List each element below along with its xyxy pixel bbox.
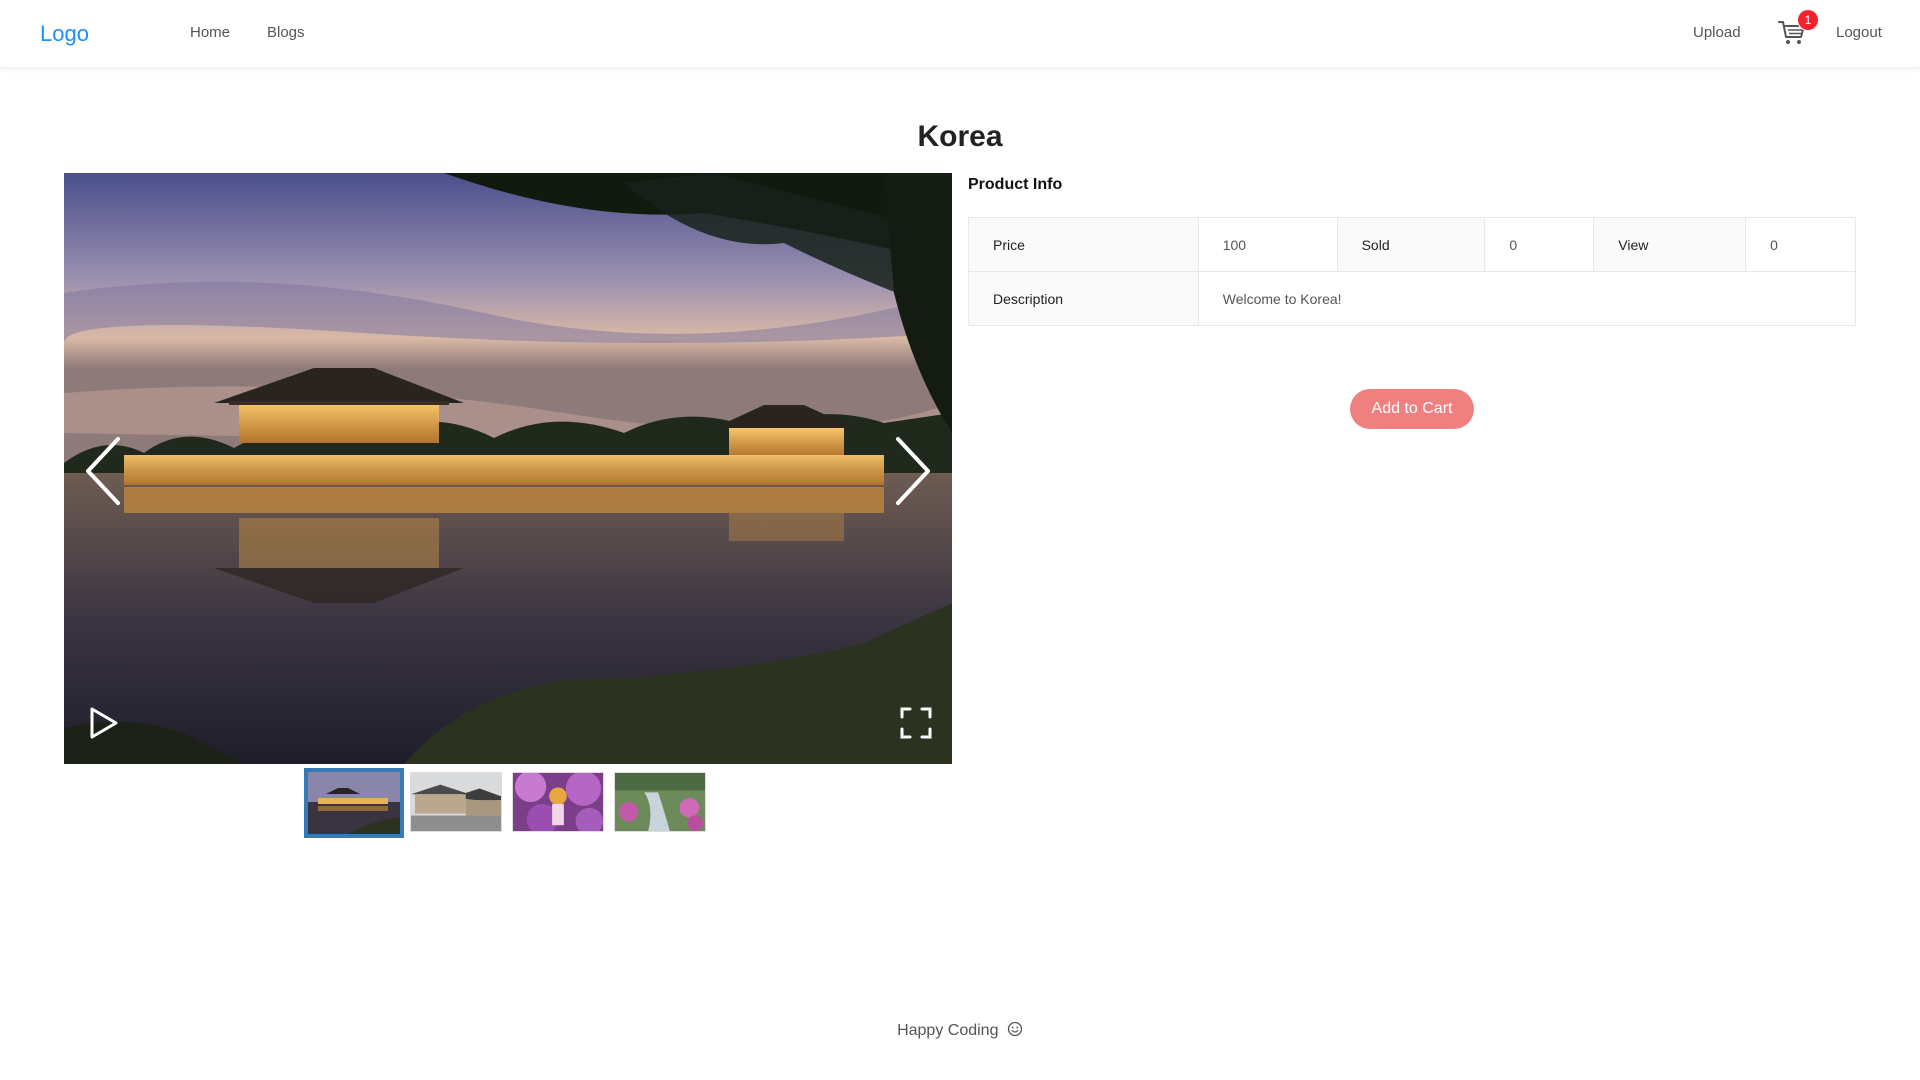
product-info-heading: Product Info [968,176,1063,193]
image-gallery-main [64,173,952,764]
thumbnail-2[interactable] [410,772,502,832]
description-label: Description [968,271,1199,326]
top-navbar: Logo Home Blogs Upload 1 Logout [0,0,1920,68]
thumb-cherry-blossom-image [513,773,603,831]
price-label: Price [968,217,1199,272]
logo-link[interactable]: Logo [40,21,89,47]
view-label: View [1593,217,1747,272]
thumb-hanok-village-image [411,773,501,831]
sold-value: 0 [1484,217,1595,272]
cart-count-badge: 1 [1798,10,1818,30]
fullscreen-icon [900,707,932,739]
description-value: Welcome to Korea! [1197,271,1857,326]
table-row: Description Welcome to Korea! [968,271,1857,326]
thumbnail-3[interactable] [512,772,604,832]
gallery-prev-button[interactable] [78,431,138,511]
nav-blogs-link[interactable]: Blogs [267,24,305,41]
view-value: 0 [1745,217,1856,272]
gallery-next-button[interactable] [878,431,938,511]
thumb-garden-stream-image [615,773,705,831]
footer-text: Happy Coding [897,1022,999,1039]
gallery-fullscreen-button[interactable] [896,703,936,743]
gallery-play-button[interactable] [84,703,124,743]
nav-logout-link[interactable]: Logout [1836,24,1882,41]
chevron-left-icon [86,437,120,505]
cart-button[interactable]: 1 [1778,10,1818,48]
gallery-image-palace-night [64,173,952,764]
nav-home-link[interactable]: Home [190,24,230,41]
product-title: Korea [917,120,1003,153]
footer: Happy Coding [0,1021,1920,1040]
thumbnail-1[interactable] [304,768,404,838]
smile-icon [1007,1021,1023,1037]
thumbnail-4[interactable] [614,772,706,832]
chevron-right-icon [896,437,930,505]
nav-upload-link[interactable]: Upload [1693,24,1741,41]
product-info-table: Price 100 Sold 0 View 0 Description Welc… [968,217,1857,326]
price-value: 100 [1197,217,1338,272]
play-icon [90,707,118,739]
add-to-cart-button[interactable]: Add to Cart [1350,389,1474,429]
thumb-palace-night-image [308,772,400,834]
sold-label: Sold [1336,217,1486,272]
table-row: Price 100 Sold 0 View 0 [968,217,1856,272]
